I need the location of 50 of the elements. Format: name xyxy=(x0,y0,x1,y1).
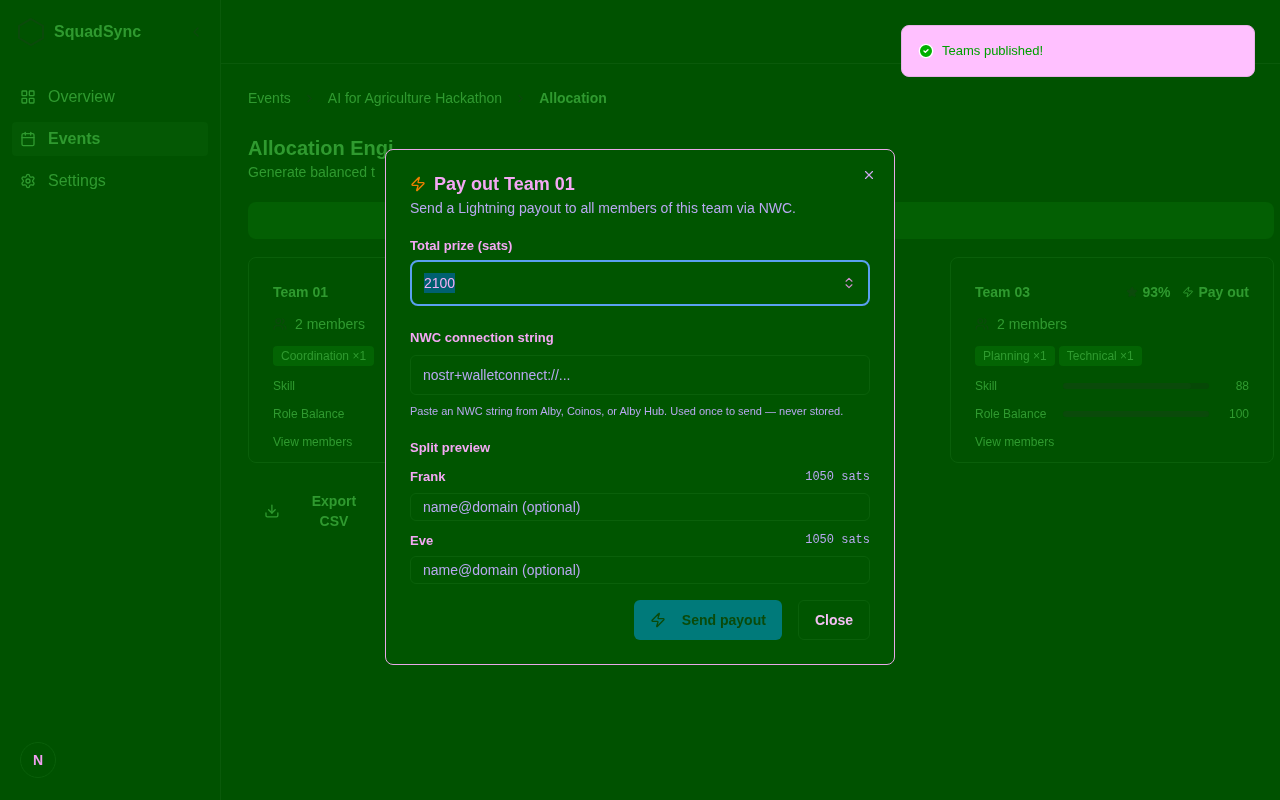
download-icon xyxy=(264,503,280,519)
metric-value: 88 xyxy=(1234,378,1249,394)
member-name: Frank xyxy=(410,468,446,486)
close-icon[interactable] xyxy=(862,168,876,182)
address-input[interactable]: name@domain (optional) xyxy=(410,556,870,584)
dialog-title: Pay out Team 01 xyxy=(434,173,575,196)
field-label: Total prize (sats) xyxy=(410,237,514,255)
send-payout-button[interactable]: Send payout xyxy=(633,600,782,640)
metric-label: Role Balance xyxy=(975,406,1048,422)
member-amount: 1050 sats xyxy=(805,468,870,486)
nav-item[interactable]: Events xyxy=(12,122,208,156)
payout-button[interactable]: Pay out xyxy=(1182,282,1249,302)
settings-icon xyxy=(20,173,36,189)
view-members-toggle[interactable]: View members xyxy=(975,434,1055,450)
view-members-toggle[interactable]: View members xyxy=(273,434,353,450)
section-title: Split preview xyxy=(410,438,492,457)
metric-label: Skill xyxy=(975,378,998,394)
address-input[interactable]: name@domain (optional) xyxy=(410,492,870,521)
breadcrumb-link[interactable]: AI for Agriculture Hackathon xyxy=(327,88,503,108)
prize-value: 2100 xyxy=(424,272,456,293)
team-name: Team 03 xyxy=(975,283,1030,302)
toast-message: Teams published! xyxy=(942,42,1044,61)
lightning-icon xyxy=(649,612,666,628)
logo-text: SquadSync xyxy=(54,22,142,42)
field-label: NWC connection string xyxy=(410,328,555,347)
close-button[interactable]: Close xyxy=(797,600,870,640)
page-subtitle: Generate balanced t xyxy=(248,163,375,182)
prize-field[interactable]: 2100 xyxy=(410,259,870,306)
lightning-icon xyxy=(1182,286,1195,298)
breadcrumb-link[interactable]: Events xyxy=(248,88,291,108)
metric-value: 100 xyxy=(1227,406,1249,422)
dialog-description: Send a Lightning payout to all members of this team via NWC. xyxy=(410,199,797,218)
nav-item[interactable]: Settings xyxy=(12,164,208,198)
member-name: Eve xyxy=(410,531,434,550)
nwc-input[interactable]: nostr+walletconnect://... xyxy=(410,355,870,395)
nav-item[interactable]: Overview xyxy=(12,80,208,114)
team-name: Team 01 xyxy=(273,283,328,302)
field-hint: Paste an NWC string from Alby, Coinos, or Alby Hub. Used once to send — never stored. xyxy=(410,404,845,419)
metric-label: Role Balance xyxy=(273,406,345,422)
lightning-icon xyxy=(410,176,426,192)
member-count: 2 members xyxy=(295,315,366,334)
breadcrumb-link[interactable]: Allocation xyxy=(539,88,607,108)
check-icon xyxy=(918,43,934,59)
metric-label: Skill xyxy=(273,378,295,394)
calendar-icon xyxy=(20,131,36,147)
grid-icon xyxy=(20,89,36,105)
score: 93% xyxy=(1142,283,1171,302)
export-button[interactable]: Export CSV xyxy=(248,493,388,529)
member-count: 2 members xyxy=(997,315,1068,334)
member-amount: 1050 sats xyxy=(805,532,870,550)
